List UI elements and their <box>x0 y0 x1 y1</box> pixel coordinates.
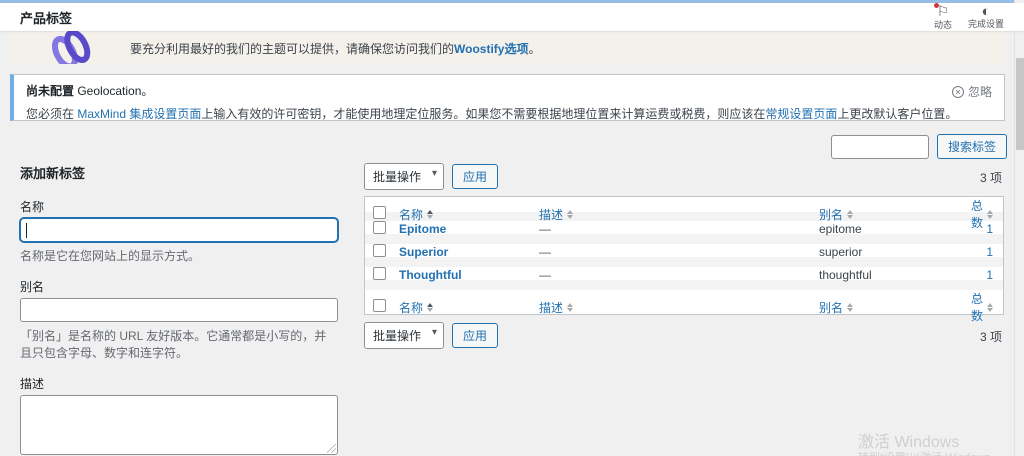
geo-notice-body: 您必须在 MaxMind 集成设置页面上输入有效的许可密钥，才能使用地理定位服务… <box>26 107 958 121</box>
add-tag-form: 添加新标签 名称 名称是它在您网站上的显示方式。 别名 「别名」是名称的 URL… <box>20 163 338 456</box>
tag-slug: thoughtful <box>819 268 872 282</box>
setup-progress-icon: ◐ <box>981 3 991 20</box>
finish-setup-button[interactable]: ◐ 完成设置 <box>968 4 1004 30</box>
column-footer-description[interactable]: 描述 <box>539 299 819 316</box>
bulk-actions-select[interactable]: 批量操作 ▾ <box>364 321 445 349</box>
flag-icon: ⚐ <box>933 3 949 20</box>
table-row: Epitome — epitome 1 <box>365 221 1003 244</box>
vertical-scrollbar[interactable] <box>1014 0 1024 456</box>
column-footer-slug[interactable]: 别名 <box>819 299 971 316</box>
sort-icon <box>987 209 994 219</box>
sort-icon <box>567 302 574 312</box>
tags-table: 名称 描述 别名 总数 Epitome — epitome 1 Superior… <box>364 196 1004 323</box>
item-count: 3 项 <box>979 171 1002 185</box>
search-row: 搜索标签 <box>0 134 1007 159</box>
chevron-down-icon: ▾ <box>431 167 438 179</box>
row-checkbox[interactable] <box>373 221 386 234</box>
sort-icon <box>427 302 434 312</box>
tag-slug: superior <box>819 245 863 259</box>
tag-description: — <box>539 245 551 259</box>
slug-input[interactable] <box>20 298 338 322</box>
table-row: Thoughtful — thoughtful 1 <box>365 267 1003 290</box>
sort-icon <box>427 209 434 219</box>
tags-table-section: 批量操作 ▾ 应用 3 项 名称 描述 别名 总数 Epitome — epito… <box>364 162 1004 349</box>
name-input[interactable] <box>20 218 338 242</box>
tag-description: — <box>539 268 551 282</box>
theme-notice: 要充分利用最好的我们的主题可以提供，请确保您访问我们的Woostify选项。 <box>10 31 1003 64</box>
activity-label: 动态 <box>933 20 952 30</box>
description-textarea[interactable] <box>20 395 338 455</box>
notification-dot <box>933 3 939 8</box>
bulk-actions-select[interactable]: 批量操作 ▾ <box>364 162 445 190</box>
dismiss-icon: ✕ <box>951 85 964 98</box>
bulk-actions-top: 批量操作 ▾ 应用 3 项 <box>364 162 1004 190</box>
tag-count-link[interactable]: 1 <box>971 222 1003 236</box>
chevron-down-icon: ▾ <box>431 326 438 338</box>
dismiss-notice-button[interactable]: ✕ 忽略 <box>951 83 992 100</box>
windows-activation-watermark: 激活 Windows 转到“设置”以激活 Windows。 <box>858 434 1001 456</box>
apply-button[interactable]: 应用 <box>452 322 499 348</box>
general-settings-link[interactable]: 常规设置页面 <box>765 107 837 121</box>
slug-label: 别名 <box>20 280 45 294</box>
search-input[interactable] <box>830 134 929 159</box>
tag-slug: epitome <box>819 222 862 236</box>
tag-count-link[interactable]: 1 <box>971 245 1003 259</box>
description-label: 描述 <box>20 377 45 391</box>
sort-icon <box>567 209 574 219</box>
activity-button[interactable]: ⚐ 动态 <box>933 3 952 30</box>
name-help: 名称是它在您网站上的显示方式。 <box>20 249 201 263</box>
column-header-slug[interactable]: 别名 <box>819 206 971 223</box>
resize-handle-icon[interactable] <box>327 444 336 453</box>
maxmind-settings-link[interactable]: MaxMind 集成设置页面 <box>77 107 201 121</box>
woostify-logo-icon <box>51 31 91 64</box>
tag-name-link[interactable]: Superior <box>399 245 539 259</box>
row-checkbox[interactable] <box>373 267 386 280</box>
column-footer-name[interactable]: 名称 <box>399 299 539 316</box>
table-row: Superior — superior 1 <box>365 244 1003 267</box>
admin-header-bar: 产品标签 ⚐ 动态 ◐ 完成设置 <box>0 3 1024 31</box>
item-count: 3 项 <box>979 330 1002 344</box>
tag-description: — <box>539 222 551 236</box>
table-footer-row: 名称 描述 别名 总数 <box>365 290 1003 323</box>
add-tag-title: 添加新标签 <box>20 166 86 181</box>
woostify-options-link[interactable]: Woostify选项 <box>454 42 528 56</box>
finish-setup-label: 完成设置 <box>967 19 1004 29</box>
sort-icon <box>847 209 854 219</box>
text-caret <box>26 223 27 238</box>
page-title: 产品标签 <box>20 10 73 26</box>
column-header-description[interactable]: 描述 <box>539 206 819 223</box>
row-checkbox[interactable] <box>373 244 386 257</box>
scrollbar-thumb[interactable] <box>1016 58 1024 150</box>
geo-notice-title: 尚未配置 Geolocation。 <box>26 84 154 98</box>
geolocation-notice: 尚未配置 Geolocation。 您必须在 MaxMind 集成设置页面上输入… <box>10 74 1005 121</box>
search-tags-button[interactable]: 搜索标签 <box>936 134 1007 159</box>
sort-icon <box>987 302 994 312</box>
apply-button[interactable]: 应用 <box>452 163 499 189</box>
column-footer-count[interactable]: 总数 <box>971 290 1003 324</box>
tag-name-link[interactable]: Epitome <box>399 222 539 236</box>
slug-help: 「别名」是名称的 URL 友好版本。它通常都是小写的，并且只包含字母、数字和连字… <box>20 329 327 360</box>
column-header-name[interactable]: 名称 <box>399 206 539 223</box>
table-header-row: 名称 描述 别名 总数 <box>365 197 1003 230</box>
tag-count-link[interactable]: 1 <box>971 268 1003 282</box>
sort-icon <box>847 302 854 312</box>
select-all-checkbox[interactable] <box>373 206 386 219</box>
tag-name-link[interactable]: Thoughtful <box>399 268 539 282</box>
name-label: 名称 <box>20 200 45 214</box>
theme-notice-text: 要充分利用最好的我们的主题可以提供，请确保您访问我们的Woostify选项。 <box>130 42 541 56</box>
select-all-checkbox[interactable] <box>373 299 386 312</box>
bulk-actions-bottom: 批量操作 ▾ 应用 3 项 <box>364 321 1004 349</box>
